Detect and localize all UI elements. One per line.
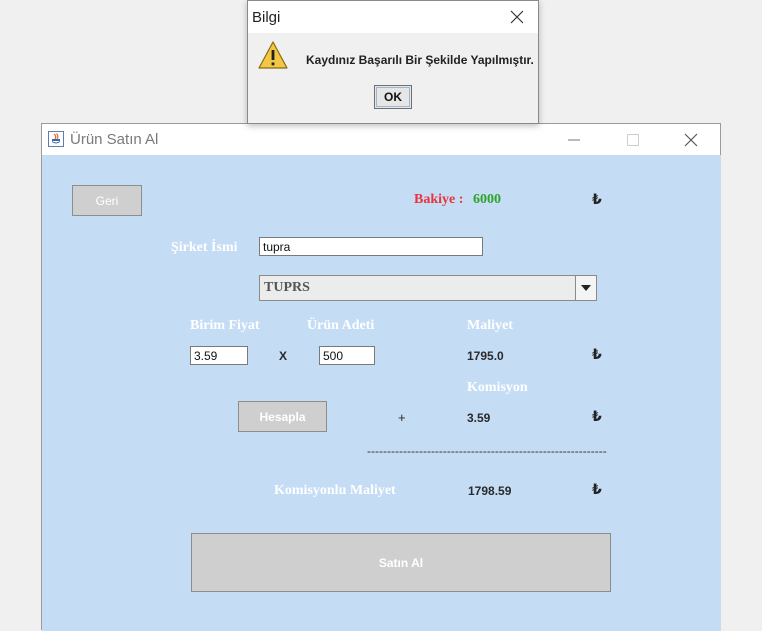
stock-dropdown[interactable]: TUPRS <box>259 275 597 301</box>
minimize-icon <box>568 139 580 140</box>
quantity-label: Ürün Adeti <box>307 318 375 333</box>
total-cost-value: 1798.59 <box>468 484 512 498</box>
cost-value: 1795.0 <box>467 349 504 363</box>
balance-value: 6000 <box>473 192 501 207</box>
multiply-sign: X <box>279 349 288 363</box>
ok-button[interactable]: OK <box>374 85 412 109</box>
total-cost-label: Komisyonlu Maliyet <box>274 483 396 498</box>
maximize-button[interactable] <box>610 124 656 155</box>
dialog-title-bar[interactable]: Bilgi <box>248 1 538 33</box>
dialog-close-button[interactable] <box>496 1 538 33</box>
java-app-icon <box>48 131 64 147</box>
window-title: Ürün Satın Al <box>70 131 159 148</box>
company-label: Şirket İsmi <box>171 240 238 255</box>
commission-label: Komisyon <box>467 380 528 395</box>
unit-price-input[interactable]: 3.59 <box>190 346 248 365</box>
balance-currency: ₺ <box>592 192 602 208</box>
close-icon <box>684 133 698 146</box>
warning-icon <box>258 41 288 69</box>
close-icon <box>510 10 524 24</box>
balance-label: Bakiye : <box>414 192 464 207</box>
commission-currency: ₺ <box>592 409 602 425</box>
cost-currency: ₺ <box>592 347 602 363</box>
close-button[interactable] <box>668 124 714 155</box>
info-dialog: Bilgi Kaydınız Başarılı Bir Şekilde Yapı… <box>247 0 539 124</box>
content-panel: Geri Bakiye : 6000 ₺ Şirket İsmi tupra T… <box>42 155 721 631</box>
quantity-input[interactable]: 500 <box>319 346 375 365</box>
title-bar[interactable]: Ürün Satın Al <box>42 124 720 155</box>
buy-button[interactable]: Satın Al <box>191 533 611 592</box>
total-cost-currency: ₺ <box>592 482 602 498</box>
plus-sign: + <box>398 410 406 425</box>
dialog-title: Bilgi <box>252 9 281 26</box>
unit-price-label: Birim Fiyat <box>190 318 260 333</box>
stock-dropdown-value: TUPRS <box>264 280 310 295</box>
dropdown-arrow-button[interactable] <box>575 276 596 300</box>
dialog-message: Kaydınız Başarılı Bir Şekilde Yapılmıştı… <box>306 53 534 67</box>
back-button[interactable]: Geri <box>72 185 142 216</box>
minimize-button[interactable] <box>551 124 597 155</box>
sum-divider: ----------------------------------------… <box>367 444 607 458</box>
cost-label: Maliyet <box>467 318 513 333</box>
maximize-icon <box>627 133 639 146</box>
chevron-down-icon <box>581 285 591 291</box>
main-window: Ürün Satın Al Geri Bakiye : 6000 ₺ Şirke… <box>41 123 721 631</box>
company-input[interactable]: tupra <box>259 237 483 256</box>
commission-value: 3.59 <box>467 411 491 425</box>
calculate-button[interactable]: Hesapla <box>238 401 327 432</box>
